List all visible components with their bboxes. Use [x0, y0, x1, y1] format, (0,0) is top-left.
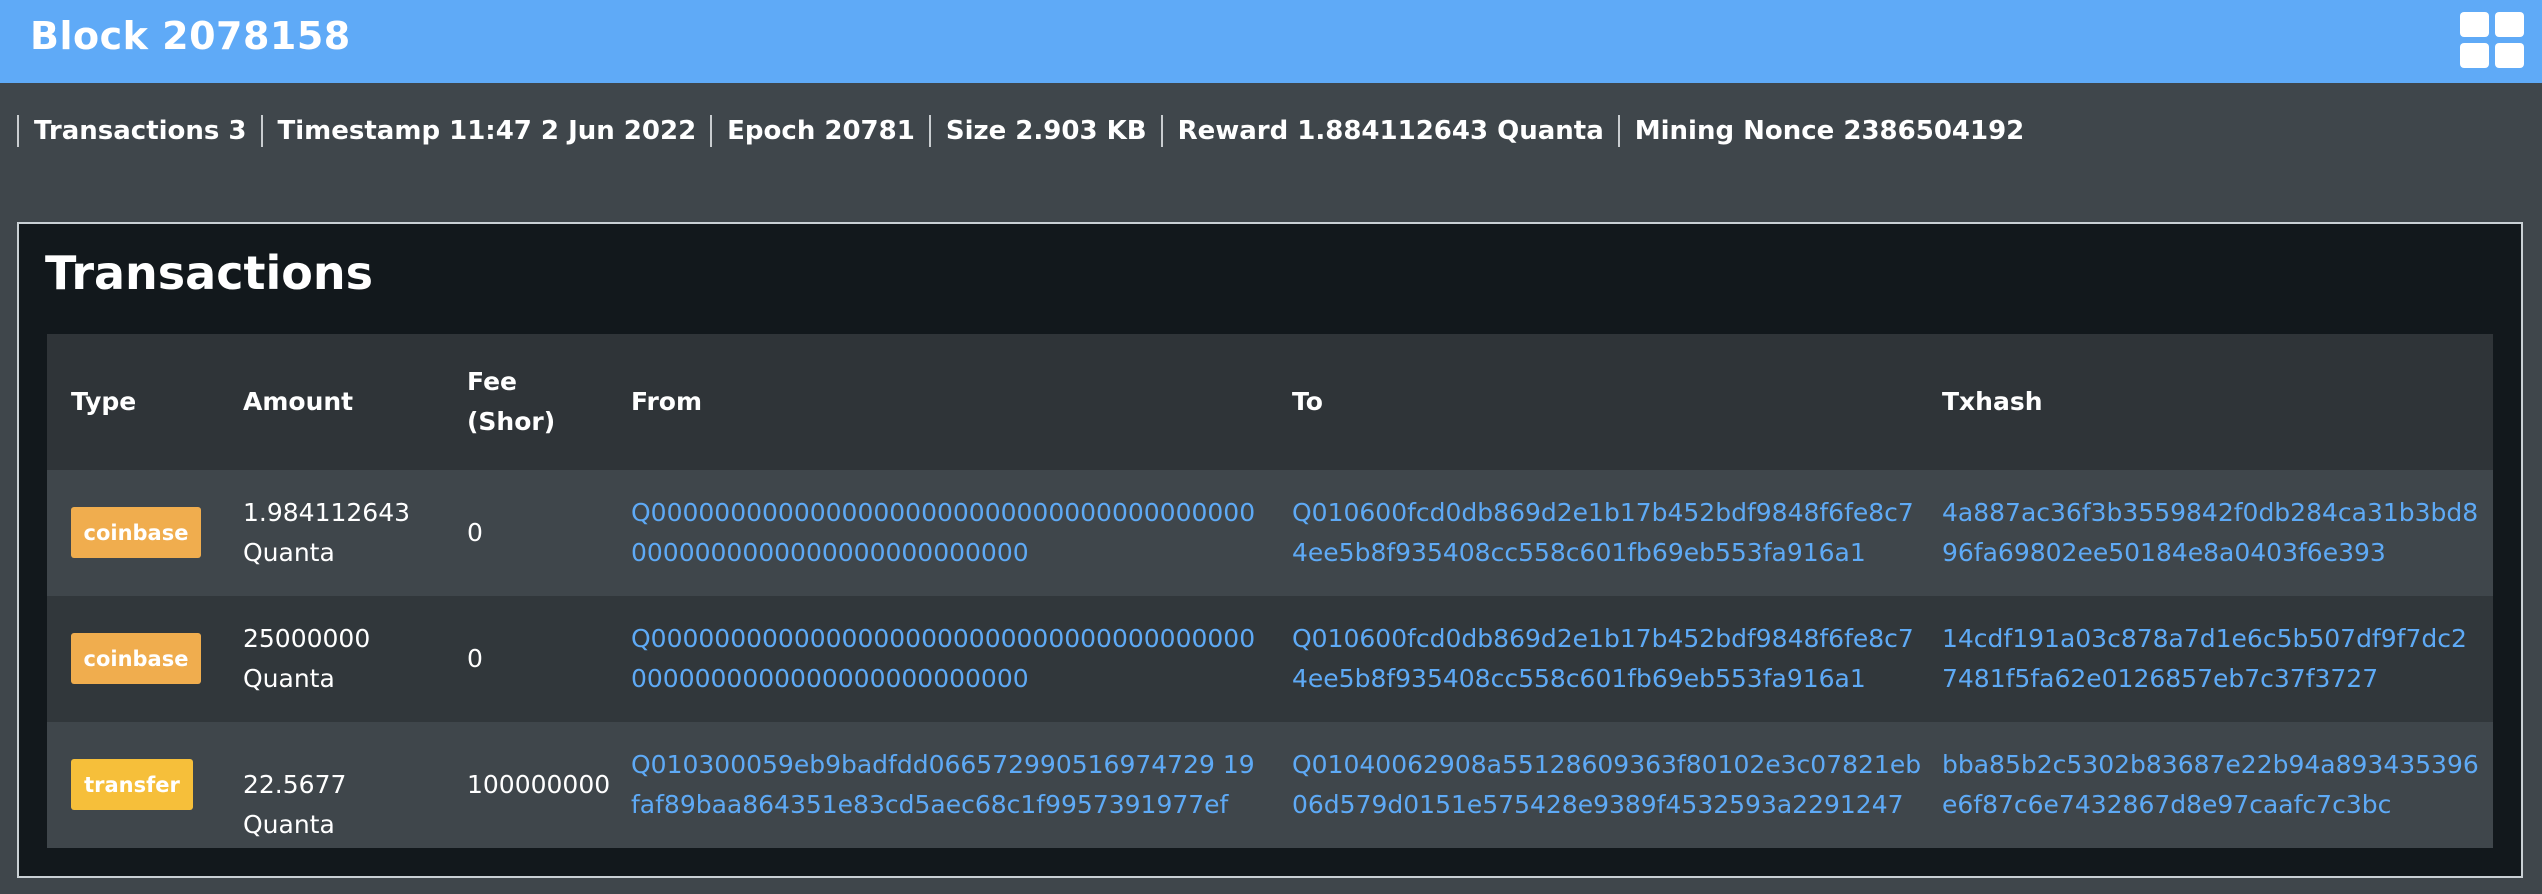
from-address-link[interactable]: Q010300059eb9badfdd066572990516974729 19… [631, 745, 1261, 825]
txhash-link[interactable]: 4a887ac36f3b3559842f0db284ca31b3bd896fa6… [1942, 493, 2482, 573]
to-address-link[interactable]: Q01040062908a55128609363f80102e3c07821eb… [1292, 745, 1922, 825]
txhash-link[interactable]: bba85b2c5302b83687e22b94a893435396e6f87c… [1942, 745, 2482, 825]
fee-cell: 0 [467, 518, 483, 547]
column-header-type: Type [71, 387, 137, 416]
grid-icon[interactable] [2460, 12, 2524, 68]
transactions-table: Type Amount Fee (Shor) From To Txhash co… [47, 334, 2493, 854]
to-address-link[interactable]: Q010600fcd0db869d2e1b17b452bdf9848f6fe8c… [1292, 619, 1922, 699]
header-bar: Block 2078158 [0, 0, 2542, 83]
fee-cell: 0 [467, 644, 483, 673]
column-header-to: To [1292, 387, 1323, 416]
table-header: Type Amount Fee (Shor) From To Txhash [47, 334, 2493, 470]
meta-mining-nonce: Mining Nonce 2386504192 [1617, 115, 2039, 147]
column-header-from: From [631, 387, 703, 416]
from-address-link[interactable]: Q000000000000000000000000000000000000000… [631, 493, 1261, 573]
amount-cell: 22.5677 Quanta [243, 770, 347, 839]
type-badge-coinbase[interactable]: coinbase [71, 507, 201, 558]
meta-epoch: Epoch 20781 [710, 115, 929, 147]
meta-reward: Reward 1.884112643 Quanta [1160, 115, 1618, 147]
grid-icon-cell [2460, 43, 2489, 68]
column-header-fee: Fee (Shor) [467, 367, 556, 436]
grid-icon-cell [2460, 12, 2489, 37]
table-row: coinbase 1.984112643 Quanta 0 Q000000000… [47, 470, 2493, 596]
txhash-link[interactable]: 14cdf191a03c878a7d1e6c5b507df9f7dc27481f… [1942, 619, 2482, 699]
grid-icon-cell [2495, 43, 2524, 68]
meta-transactions: Transactions 3 [17, 115, 261, 147]
amount-cell: 25000000 Quanta [243, 624, 371, 693]
type-badge-coinbase[interactable]: coinbase [71, 633, 201, 684]
meta-size: Size 2.903 KB [928, 115, 1161, 147]
column-header-txhash: Txhash [1942, 387, 2043, 416]
page-title: Block 2078158 [30, 14, 351, 58]
amount-cell: 1.984112643 Quanta [243, 498, 411, 567]
transactions-panel: Transactions Type Amount Fee (Shor) From… [17, 222, 2523, 878]
column-header-amount: Amount [243, 387, 354, 416]
grid-icon-cell [2495, 12, 2524, 37]
transactions-title: Transactions [45, 246, 373, 300]
type-badge-transfer[interactable]: transfer [71, 759, 193, 810]
table-row: transfer 22.5677 Quanta 100000000 Q01030… [47, 722, 2493, 848]
table-row: coinbase 25000000 Quanta 0 Q000000000000… [47, 596, 2493, 722]
to-address-link[interactable]: Q010600fcd0db869d2e1b17b452bdf9848f6fe8c… [1292, 493, 1922, 573]
fee-cell: 100000000 [467, 770, 611, 799]
from-address-link[interactable]: Q000000000000000000000000000000000000000… [631, 619, 1261, 699]
block-meta-bar: Transactions 3 Timestamp 11:47 2 Jun 202… [17, 113, 2038, 149]
meta-timestamp: Timestamp 11:47 2 Jun 2022 [260, 115, 711, 147]
